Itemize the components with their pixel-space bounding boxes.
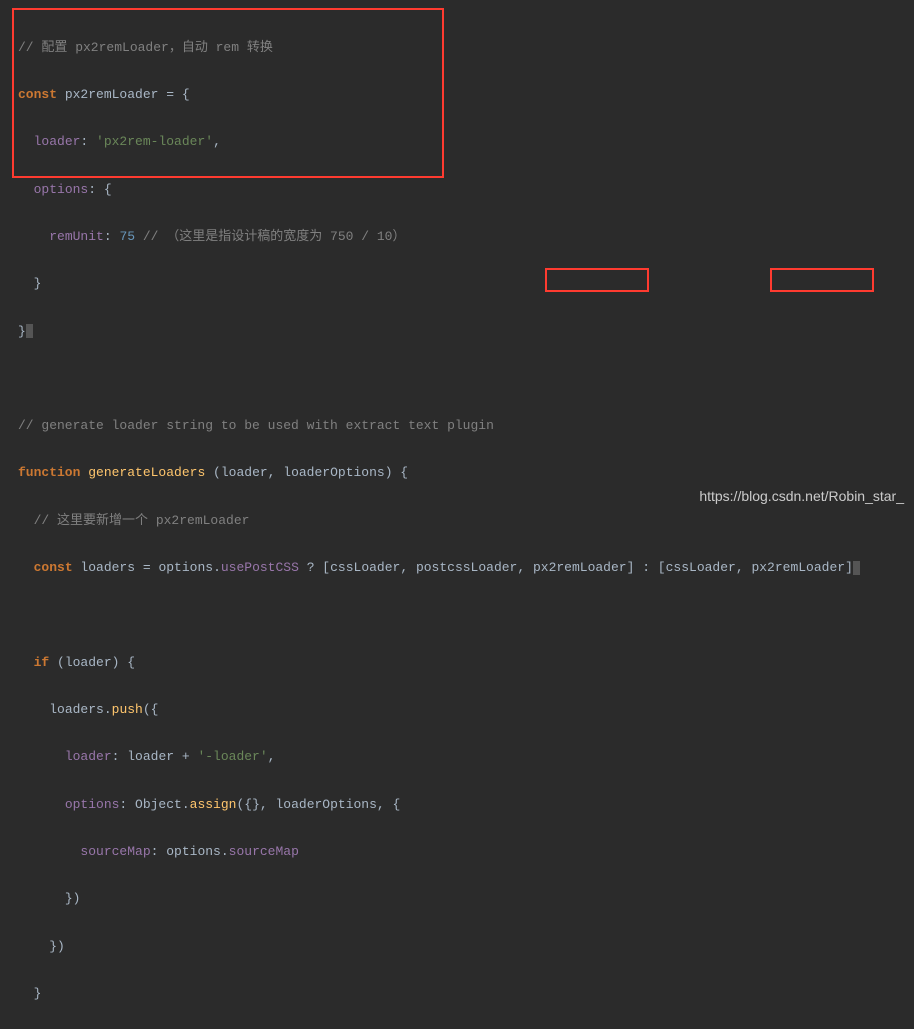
punct-close-arr: ]: [845, 560, 853, 575]
ident-px2remloader-1: px2remLoader: [533, 560, 627, 575]
punct-assign-open: ({}: [236, 797, 259, 812]
ident-loaders-push: loaders: [49, 702, 104, 717]
ident-cssloader-2: cssLoader: [666, 560, 736, 575]
comment-width: // （这里是指设计稿的宽度为 750 / 10）: [135, 229, 405, 244]
punct-colon4: :: [119, 797, 135, 812]
punct-colon3: :: [112, 749, 128, 764]
caret-icon: [26, 324, 33, 338]
punct-ternary-open: ? [: [299, 560, 330, 575]
punct-dot: .: [213, 560, 221, 575]
func-generateloaders: generateLoaders: [80, 465, 213, 480]
prop-sourcemap: sourceMap: [80, 844, 150, 859]
punct-eq: =: [143, 560, 159, 575]
watermark-text: https://blog.csdn.net/Robin_star_: [699, 484, 904, 509]
prop-remunit: remUnit: [49, 229, 104, 244]
punct-open-paren: (: [213, 465, 221, 480]
ident-px2remloader-2: px2remLoader: [751, 560, 845, 575]
punct-eq-brace: = {: [166, 87, 189, 102]
param-loaderoptions: loaderOptions: [283, 465, 384, 480]
ident-loaders: loaders: [73, 560, 143, 575]
keyword-if: if: [34, 655, 50, 670]
ident-loader-expr: loader: [127, 749, 174, 764]
ident-options: options: [158, 560, 213, 575]
punct-dot2: .: [104, 702, 112, 717]
string-loader-suffix: '-loader': [197, 749, 267, 764]
punct-dot4: .: [221, 844, 229, 859]
ident-cssloader-1: cssLoader: [330, 560, 400, 575]
punct-sep4: ,: [736, 560, 752, 575]
code-block-px2remloader-config: // 配置 px2remLoader，自动 rem 转换 const px2re…: [18, 12, 896, 367]
punct-push-open: ({: [143, 702, 159, 717]
prop-loader2: loader: [65, 749, 112, 764]
punct-close-push: }): [49, 939, 65, 954]
punct-colon-brace: : {: [88, 182, 111, 197]
caret-icon-2: [853, 561, 860, 575]
prop-usepostcss: usePostCSS: [221, 560, 299, 575]
func-push: push: [112, 702, 143, 717]
number-75: 75: [119, 229, 135, 244]
punct-colon5: :: [151, 844, 167, 859]
punct-sep2: ,: [400, 560, 416, 575]
punct-dot3: .: [182, 797, 190, 812]
func-assign: assign: [190, 797, 237, 812]
punct-close-assign: }): [65, 891, 81, 906]
param-loader: loader: [221, 465, 268, 480]
punct-comma2: ,: [268, 749, 276, 764]
punct-if-open: (: [49, 655, 65, 670]
ident-px2remloader: px2remLoader: [57, 87, 166, 102]
keyword-function: function: [18, 465, 80, 480]
punct-sep5: ,: [260, 797, 276, 812]
prop-options2: options: [65, 797, 120, 812]
punct-sep: ,: [268, 465, 284, 480]
string-px2rem-loader: 'px2rem-loader': [96, 134, 213, 149]
punct-close-if: }: [34, 986, 42, 1001]
punct-brace-open: {: [393, 797, 401, 812]
comment-add-loader: // 这里要新增一个 px2remLoader: [34, 513, 250, 528]
comment-generate: // generate loader string to be used wit…: [18, 418, 494, 433]
ident-postcssloader: postcssLoader: [416, 560, 517, 575]
ident-loaderoptions: loaderOptions: [275, 797, 376, 812]
ident-loader-cond: loader: [65, 655, 112, 670]
punct-sep6: ,: [377, 797, 393, 812]
prop-sourcemap2: sourceMap: [229, 844, 299, 859]
punct-close-paren-brace: ) {: [385, 465, 408, 480]
prop-loader: loader: [34, 134, 81, 149]
ident-options2: options: [166, 844, 221, 859]
punct-colon: :: [80, 134, 96, 149]
punct-sep3: ,: [517, 560, 533, 575]
ident-object: Object: [135, 797, 182, 812]
punct-plus: +: [174, 749, 197, 764]
punct-close-config: }: [18, 324, 26, 339]
comment-config: // 配置 px2remLoader，自动 rem 转换: [18, 40, 273, 55]
prop-options: options: [34, 182, 89, 197]
keyword-const: const: [18, 87, 57, 102]
punct-colon2: :: [104, 229, 120, 244]
punct-if-close: ) {: [112, 655, 135, 670]
punct-ternary-mid: ] : [: [627, 560, 666, 575]
punct-close-options: }: [34, 276, 42, 291]
punct-comma: ,: [213, 134, 221, 149]
keyword-const2: const: [34, 560, 73, 575]
